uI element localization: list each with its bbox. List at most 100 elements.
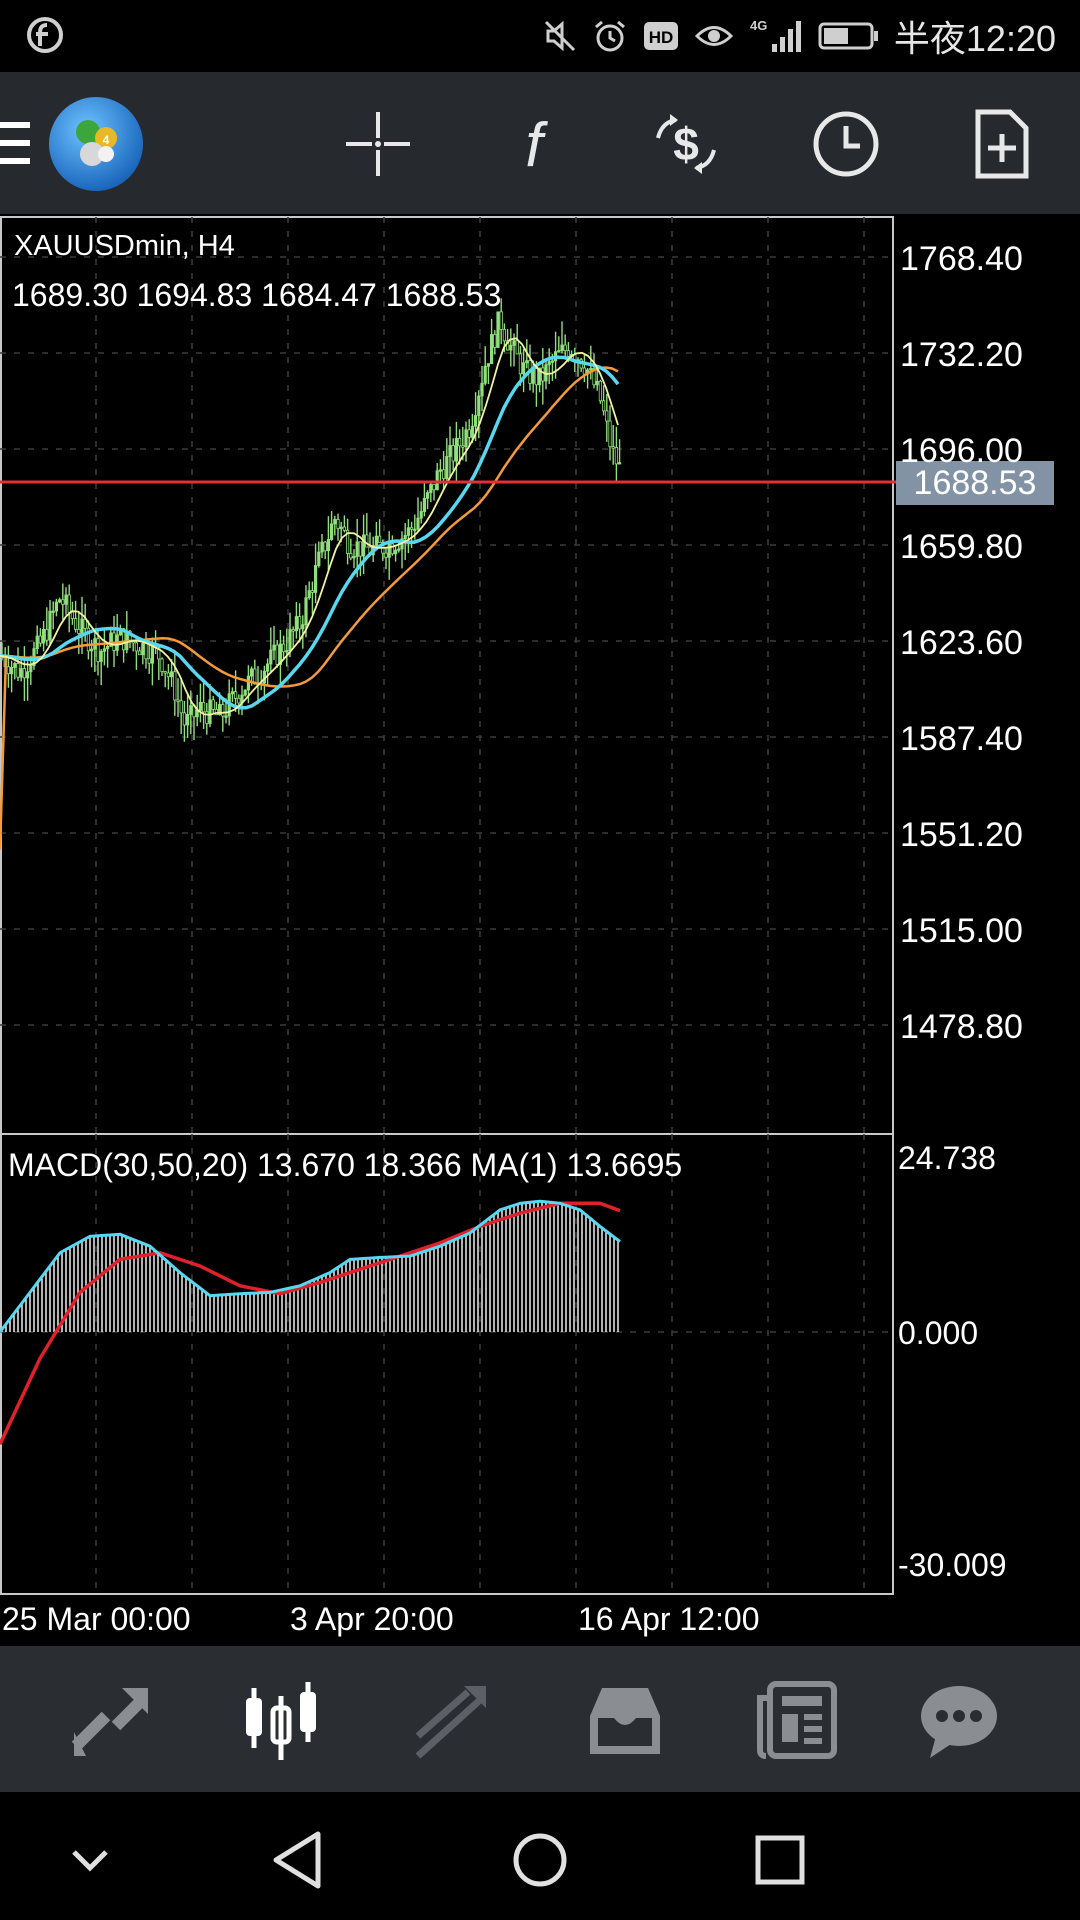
add-document-icon[interactable]: [966, 108, 1038, 180]
candle-body: [38, 635, 43, 644]
candle-body: [99, 650, 103, 662]
candle-body: [525, 360, 529, 364]
candle-body: [272, 644, 276, 651]
candle-body: [42, 629, 46, 644]
candle-body: [90, 648, 94, 652]
candle-body: [288, 629, 292, 651]
price-tick: 1732.20: [900, 336, 1023, 374]
candle-body: [550, 360, 555, 363]
chart-icon[interactable]: [236, 1676, 326, 1766]
candle-body: [499, 311, 503, 330]
macd-label: MACD(30,50,20) 13.670 18.366 MA(1) 13.66…: [8, 1147, 682, 1183]
svg-text:f: f: [525, 111, 548, 180]
candle-body: [339, 526, 343, 529]
candle-body: [582, 367, 587, 375]
macd-tick: -30.009: [898, 1547, 1007, 1583]
candle-body: [70, 611, 74, 619]
candle-body: [435, 470, 439, 491]
news-icon[interactable]: [752, 1676, 842, 1766]
candle-body: [413, 528, 417, 532]
price-chart[interactable]: 1688.53 XAUUSDmin, H4 1689.30 1694.83 16…: [0, 214, 1080, 1646]
candle-body: [352, 556, 356, 559]
hd-icon: HD: [643, 22, 678, 50]
chart-area[interactable]: 1688.53 XAUUSDmin, H4 1689.30 1694.83 16…: [0, 214, 1080, 1646]
candle-body: [541, 367, 545, 382]
candle-body: [361, 534, 366, 557]
candle-body: [403, 535, 407, 540]
candle-body: [201, 702, 206, 713]
candle-body: [74, 618, 78, 630]
candle-body: [96, 638, 100, 662]
candle-body: [467, 429, 471, 438]
candle-body: [329, 523, 334, 540]
candle-body: [489, 334, 494, 365]
candle-body: [320, 541, 324, 553]
candle-body: [409, 527, 414, 530]
candle-body: [377, 535, 382, 543]
candle-body: [281, 643, 286, 653]
candle-body: [323, 541, 327, 552]
time-tick: 25 Mar 00:00: [2, 1601, 191, 1637]
candle-body: [464, 429, 468, 448]
indicator-f-icon[interactable]: f: [498, 108, 570, 180]
candle-body: [134, 642, 138, 652]
timeframe-clock-icon[interactable]: [810, 108, 882, 180]
candle-body: [137, 650, 142, 656]
candle-body: [595, 380, 599, 386]
app-f-icon: [27, 17, 63, 53]
candle-body: [102, 648, 106, 652]
mute-icon: [544, 20, 575, 52]
svg-text:4: 4: [103, 133, 110, 147]
candle-body: [384, 552, 388, 558]
price-tick: 1587.40: [900, 720, 1023, 758]
candle-body: [605, 410, 609, 422]
metatrader-logo[interactable]: 4: [48, 96, 144, 192]
candle-body: [393, 549, 398, 555]
candle-body: [304, 597, 308, 626]
price-panel-frame: [0, 216, 894, 1135]
price-tick: 1696.00: [900, 432, 1023, 470]
candle-body: [310, 590, 315, 593]
candle-body: [6, 666, 10, 675]
svg-text:4G: 4G: [750, 18, 767, 33]
candle-body: [205, 711, 209, 724]
candle-body: [269, 649, 273, 665]
trade-icon[interactable]: [408, 1676, 498, 1766]
macd-panel-frame: [0, 1133, 894, 1595]
quotes-icon[interactable]: [66, 1676, 156, 1766]
candle-body: [608, 420, 612, 448]
macd-axis: 24.738 0.000 -30.009: [898, 1140, 1007, 1583]
menu-icon[interactable]: [0, 120, 32, 168]
candle-body: [173, 671, 177, 701]
candle-body: [233, 691, 238, 699]
candle-body: [13, 663, 17, 668]
candle-body: [144, 643, 148, 660]
crosshair-icon[interactable]: [342, 108, 414, 180]
symbol-label: XAUUSDmin, H4: [14, 230, 235, 262]
candle-body: [509, 344, 513, 351]
candle-body: [618, 462, 622, 465]
candle-body: [61, 599, 65, 605]
ohlc-label: 1689.30 1694.83 1684.47 1688.53: [12, 277, 501, 313]
candle-body: [265, 663, 270, 672]
candle-body: [387, 543, 391, 558]
candle-body: [336, 519, 340, 529]
candle-body: [77, 628, 81, 634]
collapse-icon[interactable]: [50, 1820, 130, 1900]
trade-dollar-icon[interactable]: $: [650, 108, 722, 180]
chat-icon[interactable]: [914, 1676, 1004, 1766]
candle-body: [483, 365, 487, 384]
time-tick: 3 Apr 20:00: [290, 1601, 454, 1637]
home-icon[interactable]: [500, 1820, 580, 1900]
candle-body: [221, 704, 225, 717]
candlesticks: [0, 298, 622, 742]
eye-icon: [694, 26, 734, 46]
back-icon[interactable]: [260, 1820, 340, 1900]
candle-body: [230, 691, 234, 695]
history-icon[interactable]: [580, 1676, 670, 1766]
candle-body: [19, 668, 23, 678]
candle-body: [374, 535, 379, 546]
recents-icon[interactable]: [740, 1820, 820, 1900]
price-tick: 1623.60: [900, 624, 1023, 662]
battery-icon: [818, 22, 878, 50]
